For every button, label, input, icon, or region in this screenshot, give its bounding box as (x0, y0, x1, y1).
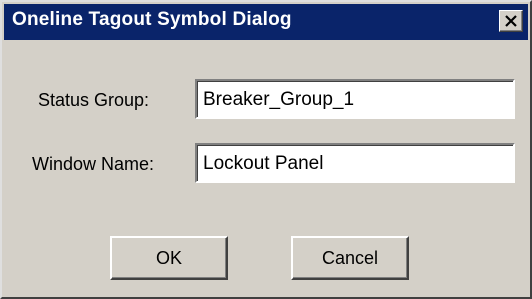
close-button[interactable] (499, 10, 523, 32)
tagout-symbol-dialog: Oneline Tagout Symbol Dialog Status Grou… (0, 0, 532, 299)
dialog-title: Oneline Tagout Symbol Dialog (12, 9, 292, 30)
status-group-input[interactable]: Breaker_Group_1 (195, 79, 515, 119)
status-group-label: Status Group: (38, 90, 150, 110)
window-name-input[interactable]: Lockout Panel (195, 143, 515, 183)
cancel-button[interactable]: Cancel (291, 236, 409, 280)
ok-button[interactable]: OK (110, 236, 228, 280)
close-icon (505, 15, 517, 27)
window-name-label: Window Name: (32, 154, 155, 174)
title-bar[interactable]: Oneline Tagout Symbol Dialog (4, 4, 528, 40)
